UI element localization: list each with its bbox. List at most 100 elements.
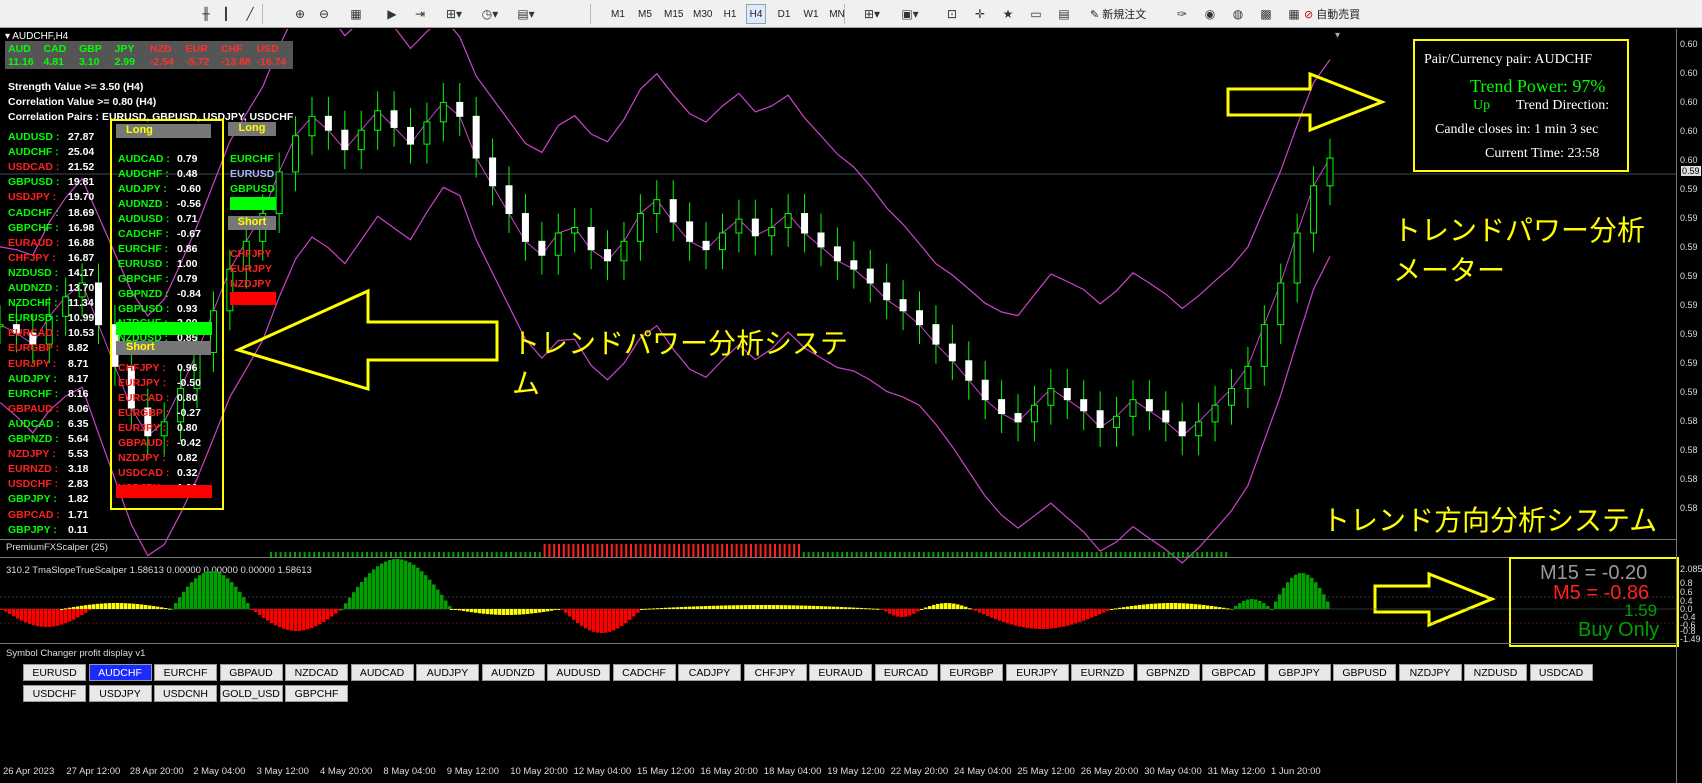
tester-icon[interactable]: ▤	[1054, 4, 1074, 24]
indicators-icon[interactable]: ⊞▾	[444, 4, 464, 24]
symbol-button-audchf[interactable]: AUDCHF	[88, 664, 152, 681]
symbol-button-eurusd[interactable]: EURUSD	[23, 664, 86, 681]
symbol-button-audusd[interactable]: AUDUSD	[547, 664, 610, 681]
strength-pair-value: 21.52	[68, 161, 95, 174]
symbol-button-usdcad[interactable]: USDCAD	[1529, 664, 1593, 681]
web-icon[interactable]: ◍	[1228, 4, 1248, 24]
symbol-button-cadchf[interactable]: CADCHF	[612, 664, 676, 681]
fx-bar	[783, 544, 786, 558]
profiles-icon[interactable]: ▣▾	[900, 4, 920, 24]
periods-icon[interactable]: ◷▾	[480, 4, 500, 24]
fx-bar	[726, 544, 728, 558]
tma-bar	[1274, 601, 1278, 609]
fx-bar	[702, 544, 704, 558]
new-order-button[interactable]: ✎ 新規注文	[1090, 4, 1146, 24]
tma-bar	[152, 606, 156, 609]
timeframe-w1[interactable]: W1	[801, 4, 821, 24]
tma-bar	[592, 609, 596, 632]
signals-icon[interactable]: ◉	[1200, 4, 1220, 24]
candle-body	[521, 213, 529, 242]
navigator-icon[interactable]: ★	[998, 4, 1018, 24]
timeframe-m5[interactable]: M5	[635, 4, 655, 24]
fx-bar	[778, 544, 781, 558]
symbol-changer-title: Symbol Changer profit display v1	[6, 648, 146, 659]
tma-bar	[568, 609, 572, 617]
symbol-button-gbpjpy[interactable]: GBPJPY	[1267, 664, 1331, 681]
new-chart-icon[interactable]: ⊞▾	[862, 4, 882, 24]
templates-icon[interactable]: ▤▾	[516, 4, 536, 24]
symbol-button-audjpy[interactable]: AUDJPY	[416, 664, 479, 681]
tma-bar	[36, 609, 40, 627]
symbol-button-nzdusd[interactable]: NZDUSD	[1464, 664, 1527, 681]
tma-bar	[68, 607, 72, 609]
auto-trading-button[interactable]: ⊘ 自動売買	[1304, 4, 1360, 24]
timeframe-m15[interactable]: M15	[662, 4, 685, 24]
strength-pair-name: AUDUSD :	[8, 131, 60, 143]
symbol-button-audnzd[interactable]: AUDNZD	[481, 664, 545, 681]
tma-bar	[880, 609, 884, 610]
market-watch-icon[interactable]: ⊡	[942, 4, 962, 24]
symbol-button-gold_usd[interactable]: GOLD_USD	[219, 685, 283, 702]
symbol-button-chfjpy[interactable]: CHFJPY	[743, 664, 807, 681]
time-axis-label: 24 May 04:00	[954, 766, 1012, 777]
symbol-button-eurjpy[interactable]: EURJPY	[1005, 664, 1069, 681]
zoom-in-icon[interactable]: ⊕	[290, 4, 310, 24]
symbol-button-gbpcad[interactable]: GBPCAD	[1202, 664, 1265, 681]
price-axis-label: 0.59	[1680, 387, 1698, 397]
tma-bar	[1074, 609, 1078, 624]
tile-windows-icon[interactable]: ▦	[346, 4, 366, 24]
metaeditor-icon[interactable]: ✑	[1172, 4, 1192, 24]
symbol-button-gbpnzd[interactable]: GBPNZD	[1136, 664, 1200, 681]
symbol-button-eurchf[interactable]: EURCHF	[154, 664, 217, 681]
crosshair-icon[interactable]: ✛	[970, 4, 990, 24]
symbol-button-cadjpy[interactable]: CADJPY	[678, 664, 741, 681]
timeframe-h1[interactable]: H1	[720, 4, 740, 24]
time-axis-label: 15 May 12:00	[637, 766, 695, 777]
tma-bar	[182, 591, 186, 609]
tma-bar	[230, 582, 234, 609]
tma-bar	[860, 607, 864, 609]
timeframe-h4[interactable]: H4	[746, 4, 766, 24]
tma-bar	[96, 603, 100, 609]
options-icon[interactable]: ▦	[1284, 4, 1304, 24]
chart-window[interactable]: ▾ AUDCHF,H4 ▾ AUD 11.16 CAD 4.81 GBP 3.10 JPY 2…	[0, 29, 1702, 783]
symbol-button-gbpchf[interactable]: GBPCHF	[285, 685, 348, 702]
tma-bar	[616, 609, 620, 629]
symbol-button-usdjpy[interactable]: USDJPY	[88, 685, 152, 702]
timeframe-m1[interactable]: M1	[608, 4, 628, 24]
symbol-button-eurcad[interactable]: EURCAD	[874, 664, 938, 681]
symbol-button-gbpusd[interactable]: GBPUSD	[1333, 664, 1396, 681]
chart-line-icon[interactable]: ╱	[240, 4, 260, 24]
symbol-button-gbpaud[interactable]: GBPAUD	[219, 664, 283, 681]
candle-body	[554, 232, 562, 256]
symbol-button-eurgbp[interactable]: EURGBP	[940, 664, 1003, 681]
symbol-button-euraud[interactable]: EURAUD	[809, 664, 872, 681]
zoom-out-icon[interactable]: ⊖	[314, 4, 334, 24]
tma-bar	[1110, 609, 1114, 610]
chart-candle-icon[interactable]: ┃	[216, 4, 236, 24]
corr-long-value: 0.71	[177, 212, 198, 225]
symbol-button-audcad[interactable]: AUDCAD	[350, 664, 414, 681]
chart-bar-icon[interactable]: ╫	[196, 4, 216, 24]
vps-icon[interactable]: ▩	[1256, 4, 1276, 24]
timeframe-m30[interactable]: M30	[691, 4, 714, 24]
symbol-button-usdcnh[interactable]: USDCNH	[154, 685, 217, 702]
tma-bar	[940, 603, 944, 609]
symbol-button-nzdjpy[interactable]: NZDJPY	[1398, 664, 1462, 681]
corr-long-value: 0.48	[177, 167, 198, 180]
corr-short-header: Short	[116, 341, 211, 355]
symbol-button-eurnzd[interactable]: EURNZD	[1071, 664, 1134, 681]
symbol-button-usdchf[interactable]: USDCHF	[23, 685, 86, 702]
auto-scroll-icon[interactable]: ▶	[382, 4, 402, 24]
tma-bar	[330, 609, 334, 617]
terminal-icon[interactable]: ▭	[1026, 4, 1046, 24]
candle-body	[538, 240, 546, 256]
chart-shift-icon[interactable]: ⇥	[410, 4, 430, 24]
strength-pair-name: AUDJPY :	[8, 372, 57, 385]
tma-bar	[194, 578, 198, 609]
tma-bar	[628, 609, 632, 620]
timeframe-d1[interactable]: D1	[774, 4, 794, 24]
tma-bar	[52, 609, 56, 627]
tma-bar	[948, 603, 952, 609]
symbol-button-nzdcad[interactable]: NZDCAD	[285, 664, 348, 681]
